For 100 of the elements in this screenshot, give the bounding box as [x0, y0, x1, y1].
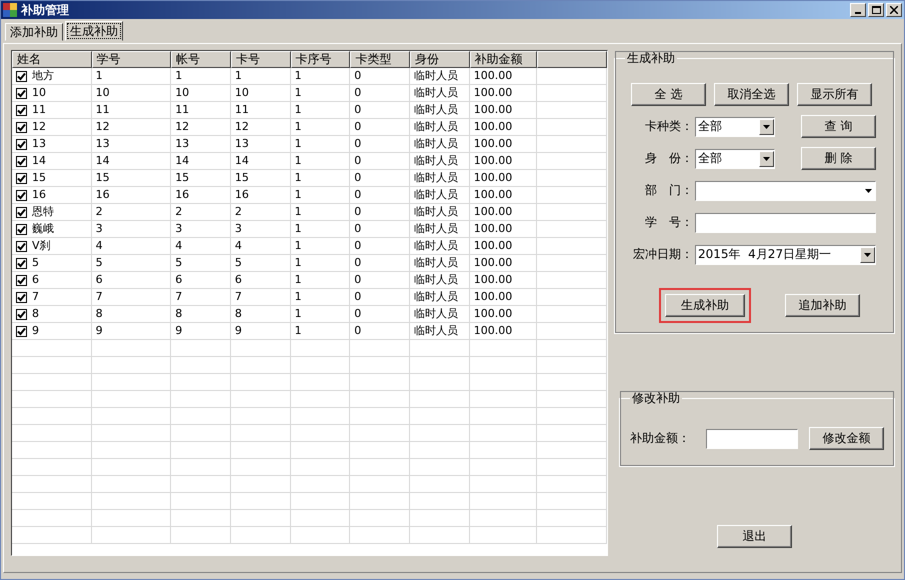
- column-header[interactable]: 卡类型: [350, 51, 410, 68]
- field-label: 部 门：: [644, 182, 694, 199]
- checkbox[interactable]: [16, 70, 27, 82]
- checkbox[interactable]: [16, 240, 27, 252]
- tab[interactable]: 添加补助: [5, 23, 63, 41]
- table-cell: [290, 442, 350, 459]
- table-cell: 1: [171, 68, 231, 85]
- table-cell: 100.00: [470, 68, 538, 85]
- table-cell: 临时人员: [410, 306, 470, 323]
- table-cell: 12: [230, 119, 291, 136]
- input-field[interactable]: [695, 212, 876, 232]
- table-cell: [470, 476, 538, 493]
- checkbox[interactable]: [16, 206, 27, 218]
- window-title: 补助管理: [21, 2, 69, 18]
- date-picker[interactable]: 2015年 4月27日星期一: [695, 244, 876, 264]
- table-cell: [537, 187, 607, 204]
- table-cell: [470, 425, 538, 442]
- checkbox[interactable]: [16, 88, 27, 98]
- table-cell: [410, 408, 470, 425]
- delete-button[interactable]: 删 除: [801, 147, 876, 170]
- checkbox[interactable]: [16, 122, 27, 132]
- checkbox[interactable]: [16, 326, 27, 336]
- table-cell: 1: [290, 85, 350, 102]
- column-header[interactable]: 身份: [410, 51, 470, 68]
- generate-button[interactable]: 生成补助: [665, 294, 745, 317]
- column-header[interactable]: 卡序号: [290, 51, 350, 68]
- dropdown-arrow-icon: [763, 156, 770, 160]
- field-label: 学 号：: [644, 214, 694, 231]
- checkbox[interactable]: [16, 172, 27, 184]
- tab[interactable]: 生成补助: [65, 21, 123, 41]
- column-header[interactable]: 学号: [92, 51, 172, 68]
- table-cell: [171, 476, 231, 493]
- exit-button[interactable]: 退出: [717, 525, 792, 548]
- checkbox[interactable]: [16, 104, 27, 116]
- button[interactable]: 全 选: [631, 83, 706, 106]
- table-cell: [171, 425, 231, 442]
- dropdown[interactable]: 全部: [695, 116, 775, 136]
- table-cell: 15: [92, 170, 172, 187]
- append-button[interactable]: 追加补助: [785, 294, 860, 317]
- table-cell: 11: [92, 102, 172, 119]
- checkbox[interactable]: [16, 292, 27, 302]
- table-cell: 4: [92, 238, 172, 255]
- table-cell: [290, 476, 350, 493]
- table-cell: 13: [230, 136, 291, 153]
- column-header[interactable]: 补助金额: [470, 51, 538, 68]
- table-cell: 15: [12, 170, 92, 187]
- checkbox[interactable]: [16, 156, 27, 166]
- table-cell: 1: [290, 272, 350, 289]
- field-label: 卡种类：: [644, 118, 694, 135]
- table-cell: [230, 357, 291, 374]
- table-cell: 0: [350, 85, 410, 102]
- table-cell: [171, 391, 231, 408]
- table-cell: [410, 527, 470, 544]
- table-cell: 0: [350, 255, 410, 272]
- table-cell: 15: [230, 170, 291, 187]
- modify-button[interactable]: 修改金额: [809, 427, 884, 450]
- maximize-button[interactable]: [868, 3, 884, 17]
- close-button[interactable]: [886, 3, 902, 17]
- column-header[interactable]: 姓名: [12, 51, 92, 68]
- checkbox[interactable]: [16, 138, 27, 150]
- table-cell: 100.00: [470, 153, 538, 170]
- column-header[interactable]: 卡号: [230, 51, 291, 68]
- checkbox[interactable]: [16, 274, 27, 286]
- query-button[interactable]: 查 询: [801, 115, 876, 138]
- table-cell: 临时人员: [410, 85, 470, 102]
- button[interactable]: 显示所有: [797, 83, 872, 106]
- table-cell: 临时人员: [410, 272, 470, 289]
- dropdown[interactable]: [695, 180, 876, 200]
- group-title: 生成补助: [626, 50, 676, 67]
- table-cell: [350, 527, 410, 544]
- checkbox[interactable]: [16, 308, 27, 320]
- checkbox[interactable]: [16, 190, 27, 200]
- table-cell: [230, 476, 291, 493]
- table-cell: 2: [171, 204, 231, 221]
- table-cell: 0: [350, 153, 410, 170]
- table-cell: [410, 340, 470, 357]
- table-cell: 临时人员: [410, 187, 470, 204]
- input-field[interactable]: [706, 428, 798, 448]
- table-cell: [470, 408, 538, 425]
- table-cell: 临时人员: [410, 323, 470, 340]
- table-cell: 16: [92, 187, 172, 204]
- table-cell: [350, 442, 410, 459]
- column-header[interactable]: 帐号: [171, 51, 231, 68]
- table-cell: [537, 102, 607, 119]
- table-cell: 12: [12, 119, 92, 136]
- table-cell: 10: [171, 85, 231, 102]
- table-cell: 2: [92, 204, 172, 221]
- button[interactable]: 取消全选: [714, 83, 789, 106]
- table-cell: 1: [290, 289, 350, 306]
- close-icon: [890, 6, 898, 14]
- table-cell: [350, 340, 410, 357]
- table-cell: 100.00: [470, 323, 538, 340]
- table-cell: 10: [12, 85, 92, 102]
- table-cell: 1: [290, 255, 350, 272]
- minimize-button[interactable]: [850, 3, 866, 17]
- dropdown[interactable]: 全部: [695, 148, 775, 168]
- checkbox[interactable]: [16, 258, 27, 268]
- checkbox[interactable]: [16, 224, 27, 234]
- table-cell: [290, 374, 350, 391]
- table-cell: 地方: [12, 68, 92, 85]
